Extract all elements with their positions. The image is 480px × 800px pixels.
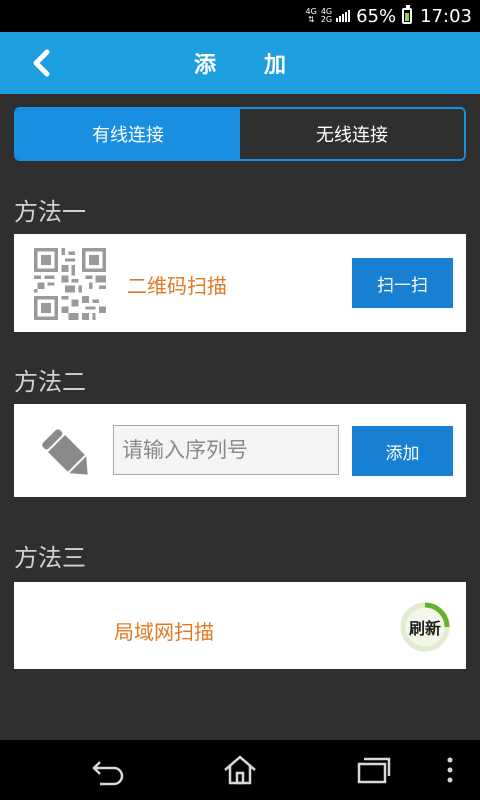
battery-level-fill xyxy=(405,13,410,21)
title-bar: 添加 xyxy=(0,32,480,94)
lan-scan-text: 局域网扫描 xyxy=(114,620,214,644)
nav-home-button[interactable] xyxy=(222,754,258,786)
pencil-icon xyxy=(42,429,88,475)
overflow-menu-icon xyxy=(447,757,453,783)
add-button[interactable]: 添加 xyxy=(352,426,453,476)
recent-apps-icon xyxy=(357,757,391,784)
method2-card: 添加 xyxy=(14,404,466,497)
method3-card: 局域网扫描 刷新 xyxy=(14,582,466,669)
battery-percent: 65% xyxy=(356,5,397,27)
home-icon xyxy=(224,755,256,785)
signal-strength-icon xyxy=(336,10,351,22)
refresh-button[interactable]: 刷新 xyxy=(400,602,450,652)
serial-number-input[interactable] xyxy=(113,425,339,475)
scan-button[interactable]: 扫一扫 xyxy=(352,258,453,308)
connection-type-tabs: 有线连接 无线连接 xyxy=(14,107,466,161)
page-title: 添加 xyxy=(193,53,334,78)
tab-wireless[interactable]: 无线连接 xyxy=(240,109,464,159)
network-arrows-icon: ⇅ xyxy=(307,15,315,24)
nav-back-button[interactable] xyxy=(90,754,126,786)
network-indicator-2: 4G 2G xyxy=(321,8,332,24)
qr-scan-text: 二维码扫描 xyxy=(127,274,227,298)
back-arrow-icon xyxy=(92,761,124,786)
refresh-label: 刷新 xyxy=(408,619,441,638)
status-bar: 4G ⇅ 4G 2G 65% 17:03 xyxy=(0,0,480,32)
network-indicator: 4G ⇅ xyxy=(306,8,317,24)
nav-menu-button[interactable] xyxy=(440,754,460,786)
nav-recents-button[interactable] xyxy=(356,754,392,786)
method2-label: 方法二 xyxy=(14,368,86,396)
chevron-left-icon xyxy=(33,49,50,77)
tab-wired[interactable]: 有线连接 xyxy=(16,109,240,159)
system-nav-bar xyxy=(0,740,480,800)
method3-label: 方法三 xyxy=(14,544,86,572)
app-screen: 4G ⇅ 4G 2G 65% 17:03 添加 有线连接 无线连接 方法一 二维… xyxy=(0,0,480,800)
method1-label: 方法一 xyxy=(14,198,86,226)
qr-code-icon xyxy=(34,248,106,320)
back-button[interactable] xyxy=(24,46,58,80)
battery-icon xyxy=(402,5,413,24)
network-type-b: 2G xyxy=(320,15,333,24)
method1-card: 二维码扫描 扫一扫 xyxy=(14,234,466,332)
clock: 17:03 xyxy=(420,5,472,27)
